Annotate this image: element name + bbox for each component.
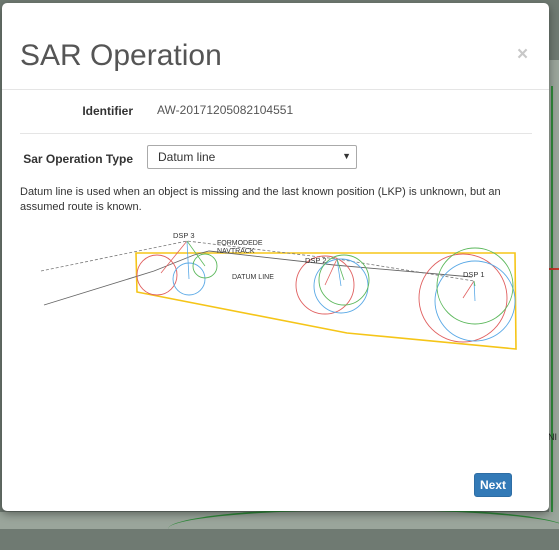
modal-header: SAR Operation × [2,3,549,90]
sar-operation-modal: SAR Operation × Identifier AW-2017120508… [2,3,549,511]
datum-line-diagram: DSP 3 FORMODEDE NAVTRACK DATUM LINE DSP … [40,231,517,350]
map-route-line [551,86,553,529]
modal-title: SAR Operation [20,39,222,72]
divider [20,133,532,134]
map-red-line [549,268,559,270]
map-curve-line [168,508,559,550]
label-navtrack: NAVTRACK [217,248,255,255]
map-label: NI [548,432,557,442]
label-dsp3: DSP 3 [173,231,195,240]
identifier-value: AW-20171205082104551 [157,103,294,117]
close-icon[interactable]: × [517,45,528,64]
label-dsp2: DSP 2 [305,256,327,265]
sar-operation-type-label: Sar Operation Type [23,152,133,166]
sar-operation-type-value: Datum line [158,150,216,164]
label-dsp1: DSP 1 [463,270,485,279]
label-datum-line: DATUM LINE [232,274,274,281]
identifier-label: Identifier [82,104,133,118]
operation-description: Datum line is used when an object is mis… [20,186,501,213]
sar-operation-type-select[interactable]: Datum line ▼ [147,145,357,169]
chevron-down-icon: ▼ [342,151,351,161]
label-formodede: FORMODEDE [217,240,263,247]
next-button[interactable]: Next [474,473,512,497]
